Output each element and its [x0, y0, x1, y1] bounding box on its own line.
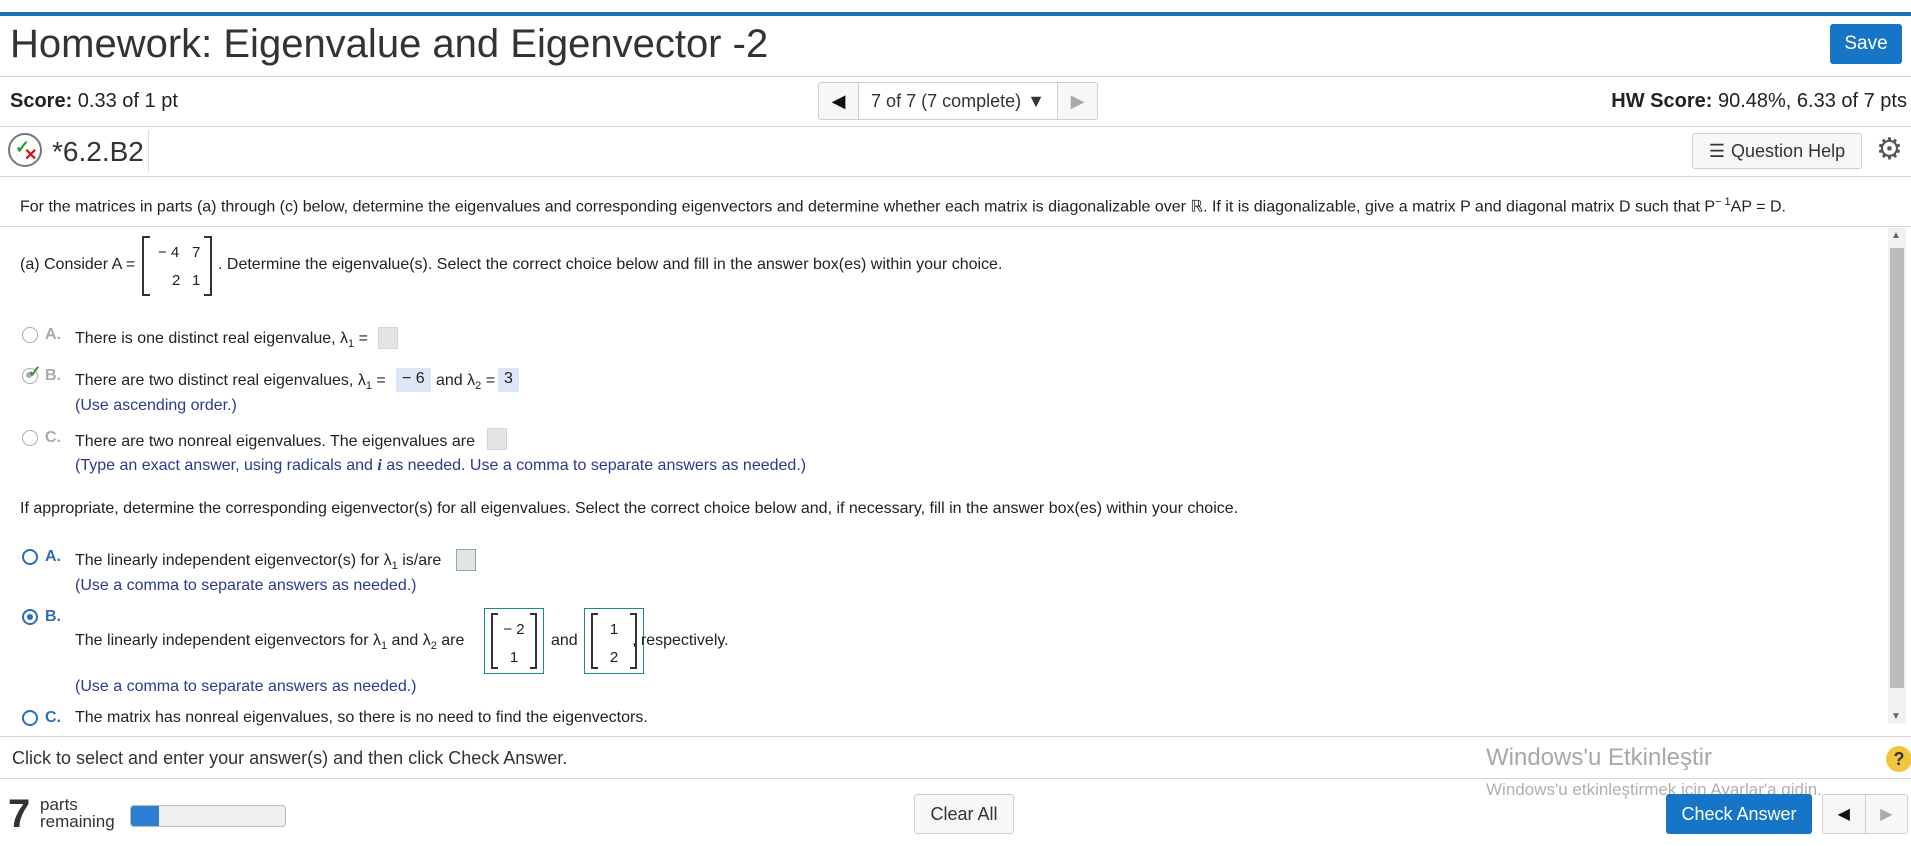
hint-text: (Use ascending order.): [75, 397, 237, 414]
gear-icon[interactable]: ⚙: [1876, 134, 1903, 166]
divider: [0, 736, 1911, 737]
triangle-right-icon[interactable]: ▶: [1866, 795, 1908, 833]
scrollbar-thumb[interactable]: [1890, 248, 1904, 688]
choice-letter: B.: [45, 608, 61, 625]
partial-credit-icon: ✓ ✕: [8, 133, 42, 167]
hint-text: (Type an exact answer, using radicals an…: [75, 457, 807, 474]
eigenvector-choice-c-text: The matrix has nonreal eigenvalues, so t…: [75, 709, 648, 726]
save-button[interactable]: Save: [1830, 24, 1902, 64]
progress-bar: [130, 805, 286, 827]
choice-letter: C.: [45, 429, 61, 446]
choice-letter: A.: [45, 326, 61, 343]
clear-all-button[interactable]: Clear All: [914, 794, 1014, 834]
next-question-button[interactable]: ▶: [1057, 83, 1097, 119]
vector-entry: 1: [609, 621, 619, 638]
instruction-note: Click to select and enter your answer(s)…: [12, 748, 568, 768]
question-position-dropdown[interactable]: 7 of 7 (7 complete) ▼: [859, 83, 1057, 119]
answer-box[interactable]: [456, 549, 476, 571]
list-icon: ☰: [1708, 140, 1726, 161]
matrix-a: − 4 7 2 1: [142, 236, 212, 296]
divider: [0, 176, 1911, 177]
question-instructions: For the matrices in parts (a) through (c…: [20, 196, 1786, 216]
divider: [0, 126, 1911, 127]
question-id: *6.2.B2: [52, 136, 144, 167]
hint-text: (Use a comma to separate answers as need…: [75, 678, 417, 695]
hw-score-display: HW Score: 90.48%, 6.33 of 7 pts: [1611, 90, 1907, 112]
question-help-button[interactable]: ☰ Question Help: [1692, 133, 1862, 169]
part-a-suffix: . Determine the eigenvalue(s). Select th…: [218, 256, 1003, 273]
divider: [0, 76, 1911, 77]
triangle-right-icon: ▶: [1070, 90, 1085, 111]
eigenvalue-choice-b-text: There are two distinct real eigenvalues,…: [75, 372, 386, 393]
eigenvalue-choice-a-radio[interactable]: [22, 327, 38, 343]
choice-letter: B.: [45, 367, 61, 384]
progress-fill: [131, 806, 159, 826]
triangle-left-icon[interactable]: ◀: [1823, 795, 1866, 833]
question-navigator: ◀ 7 of 7 (7 complete) ▼ ▶: [818, 82, 1098, 120]
parts-remaining-label: parts remaining: [40, 795, 115, 831]
part-a-prefix: (a) Consider A =: [20, 256, 136, 273]
and-label: and: [551, 632, 578, 649]
windows-activation-watermark: Windows'u Etkinleştir: [1486, 744, 1712, 771]
triangle-down-icon: ▼: [1027, 90, 1045, 111]
choice-letter: C.: [45, 709, 61, 726]
and-lambda-label: and λ2 =: [436, 372, 496, 393]
eigenvector-1-input[interactable]: − 2 1: [484, 608, 544, 674]
eigenvalue-choice-c-text: There are two nonreal eigenvalues. The e…: [75, 433, 475, 450]
choice-letter: A.: [45, 548, 61, 565]
check-icon: ✓: [28, 364, 42, 381]
eigenvector-choice-a-text: The linearly independent eigenvector(s) …: [75, 552, 442, 573]
eigenvalue-choice-c-radio[interactable]: [22, 430, 38, 446]
eigenvector-choice-a-radio[interactable]: [22, 549, 38, 565]
help-icon[interactable]: ?: [1886, 746, 1911, 772]
scrollbar[interactable]: ▲ ▼: [1888, 228, 1906, 724]
parts-remaining-count: 7: [8, 792, 31, 836]
page-title: Homework: Eigenvalue and Eigenvector -2: [10, 22, 769, 66]
previous-question-button[interactable]: ◀: [819, 83, 859, 119]
scroll-down-icon[interactable]: ▼: [1891, 711, 1901, 722]
answer-box[interactable]: [378, 327, 398, 349]
scroll-up-icon[interactable]: ▲: [1891, 230, 1901, 241]
vector-entry: 2: [609, 649, 619, 666]
answer-eigenvalue-1[interactable]: − 6: [396, 368, 431, 392]
eigenvector-prompt: If appropriate, determine the correspond…: [20, 500, 1239, 517]
answer-box[interactable]: [487, 428, 507, 450]
respectively-label: , respectively.: [632, 632, 729, 649]
eigenvector-choice-c-radio[interactable]: [22, 710, 38, 726]
divider: [0, 778, 1911, 779]
hint-text: (Use a comma to separate answers as need…: [75, 577, 417, 594]
answer-eigenvalue-2[interactable]: 3: [498, 368, 519, 392]
footer-question-navigator: ◀ ▶: [1822, 794, 1908, 834]
score-display: Score: 0.33 of 1 pt: [10, 90, 178, 112]
eigenvalue-choice-a-text: There is one distinct real eigenvalue, λ…: [75, 330, 368, 351]
divider: [0, 226, 1911, 227]
top-accent-bar: [0, 12, 1911, 16]
eigenvector-choice-b-radio[interactable]: [22, 609, 38, 625]
divider: [148, 130, 149, 172]
vector-entry: − 2: [503, 621, 525, 638]
eigenvector-choice-b-text: The linearly independent eigenvectors fo…: [75, 632, 465, 653]
check-answer-button[interactable]: Check Answer: [1666, 794, 1812, 834]
triangle-left-icon: ◀: [831, 90, 846, 111]
vector-entry: 1: [509, 649, 519, 666]
